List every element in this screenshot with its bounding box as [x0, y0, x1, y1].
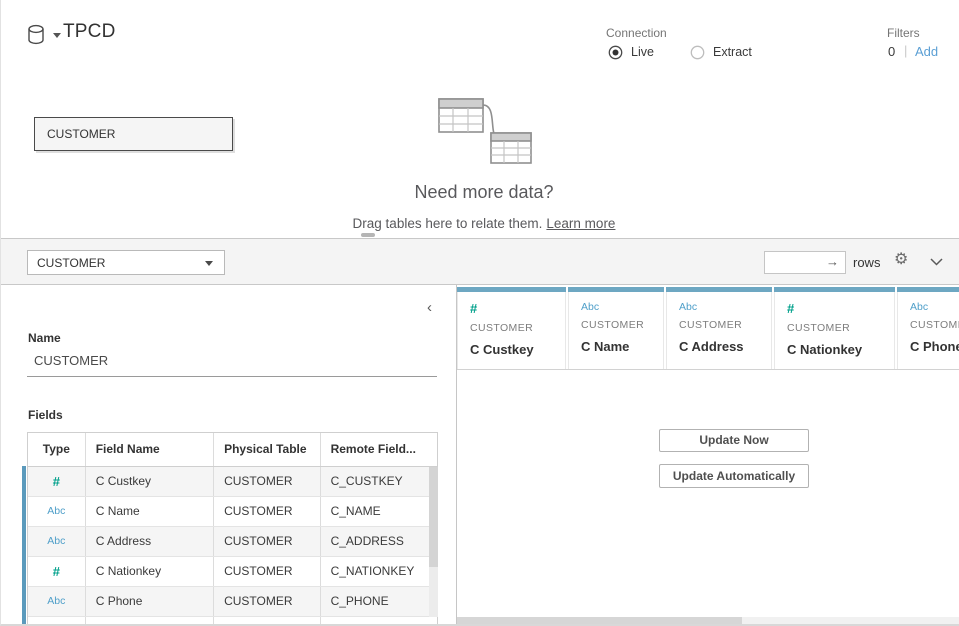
grid-column-header[interactable]: # CUSTOMER C Nationkey — [774, 287, 895, 369]
empty-state-title: Need more data? — [284, 182, 684, 203]
grid-column-header[interactable]: Abc CUSTOMER C Name — [568, 287, 664, 369]
scrollbar-thumb[interactable] — [429, 467, 438, 567]
string-type-icon: Abc — [28, 497, 86, 526]
radio-unselected-icon — [690, 45, 705, 60]
datasource-menu-button[interactable] — [27, 24, 61, 48]
column-field-name: C Custkey — [470, 342, 565, 357]
filters-separator: | — [904, 43, 907, 58]
physical-table-cell: CUSTOMER — [214, 527, 320, 556]
caret-down-icon — [205, 261, 213, 266]
radio-live[interactable]: Live — [608, 44, 654, 60]
table-select-dropdown[interactable]: CUSTOMER — [27, 250, 225, 275]
database-icon — [27, 24, 47, 46]
update-automatically-button[interactable]: Update Automatically — [659, 464, 809, 488]
table-row[interactable]: # C Custkey CUSTOMER C_CUSTKEY — [28, 467, 437, 497]
col-header-field-name: Field Name — [86, 433, 214, 466]
column-field-name: C Nationkey — [787, 342, 894, 357]
physical-table-cell: CUSTOMER — [214, 497, 320, 526]
rows-count-input[interactable]: → — [764, 251, 846, 274]
radio-selected-icon — [608, 45, 623, 60]
tables-illustration-icon — [431, 93, 535, 167]
table-name-input[interactable] — [34, 353, 429, 368]
column-field-name: C Address — [679, 339, 771, 354]
table-row[interactable]: Abc C Phone CUSTOMER C_PHONE — [28, 587, 437, 617]
filters-count: 0 — [888, 44, 895, 59]
column-field-name: C Name — [581, 339, 663, 354]
table-row[interactable]: # C Nationkey CUSTOMER C_NATIONKEY — [28, 557, 437, 587]
radio-extract[interactable]: Extract — [690, 44, 752, 60]
radio-live-label: Live — [631, 45, 654, 59]
fields-vertical-scrollbar[interactable] — [429, 467, 438, 617]
field-name-cell: C Nationkey — [86, 557, 214, 586]
remote-field-cell: C_NAME — [321, 497, 437, 526]
fields-table: Type Field Name Physical Table Remote Fi… — [27, 432, 438, 626]
physical-table-cell: CUSTOMER — [214, 557, 320, 586]
column-table-name: CUSTOMER — [910, 319, 959, 331]
radio-extract-label: Extract — [713, 45, 752, 59]
name-input-underline — [27, 376, 437, 377]
chevron-down-icon[interactable] — [930, 258, 943, 266]
splitter-handle[interactable] — [361, 233, 375, 237]
data-grid: # CUSTOMER C Custkey Abc CUSTOMER C Name… — [457, 285, 959, 626]
fields-accent-bar — [22, 466, 26, 626]
table-row-partial — [28, 617, 437, 626]
page-title: TPCD — [63, 21, 116, 43]
col-header-remote-field: Remote Field... — [321, 433, 437, 466]
field-name-cell: C Custkey — [86, 467, 214, 496]
filters-add-link[interactable]: Add — [915, 44, 938, 59]
tableau-datasource-page: TPCD Connection Live Extract Filters 0 |… — [0, 0, 959, 626]
connection-label: Connection — [606, 26, 667, 40]
filters-label: Filters — [887, 26, 920, 40]
number-type-icon: # — [28, 557, 86, 586]
learn-more-link[interactable]: Learn more — [546, 216, 615, 231]
name-label: Name — [28, 331, 61, 345]
gear-icon[interactable]: ⚙ — [894, 252, 908, 268]
string-type-icon: Abc — [28, 587, 86, 616]
grid-column-header[interactable]: Abc CUSTOMER C Phone — [897, 287, 959, 369]
grid-horizontal-scrollbar[interactable] — [457, 617, 959, 626]
physical-table-cell: CUSTOMER — [214, 587, 320, 616]
remote-field-cell: C_ADDRESS — [321, 527, 437, 556]
table-row[interactable]: Abc C Name CUSTOMER C_NAME — [28, 497, 437, 527]
logical-table-label: CUSTOMER — [47, 127, 115, 141]
number-type-icon: # — [470, 301, 565, 316]
drag-hint-text: Drag tables here to relate them. — [353, 216, 543, 231]
physical-table-cell: CUSTOMER — [214, 467, 320, 496]
scrollbar-thumb[interactable] — [457, 617, 742, 626]
fields-label: Fields — [28, 408, 63, 422]
remote-field-cell: C_PHONE — [321, 587, 437, 616]
col-header-type: Type — [28, 433, 86, 466]
table-row[interactable]: Abc C Address CUSTOMER C_ADDRESS — [28, 527, 437, 557]
grid-header-border — [457, 369, 959, 370]
number-type-icon: # — [787, 301, 894, 316]
string-type-icon: Abc — [679, 301, 771, 313]
column-table-name: CUSTOMER — [581, 319, 663, 331]
grid-column-header[interactable]: Abc CUSTOMER C Address — [666, 287, 772, 369]
string-type-icon: Abc — [581, 301, 663, 313]
update-now-button[interactable]: Update Now — [659, 429, 809, 452]
remote-field-cell: C_CUSTKEY — [321, 467, 437, 496]
column-table-name: CUSTOMER — [679, 319, 771, 331]
column-table-name: CUSTOMER — [470, 322, 565, 334]
empty-state-subtitle: Drag tables here to relate them.Learn mo… — [184, 216, 784, 231]
number-type-icon: # — [28, 467, 86, 496]
logical-table-customer[interactable]: CUSTOMER — [34, 117, 233, 151]
string-type-icon: Abc — [28, 527, 86, 556]
column-field-name: C Phone — [910, 339, 959, 354]
field-name-cell: C Phone — [86, 587, 214, 616]
collapse-panel-icon[interactable]: ‹ — [427, 299, 432, 316]
col-header-physical-table: Physical Table — [214, 433, 320, 466]
field-name-cell: C Name — [86, 497, 214, 526]
fields-table-header: Type Field Name Physical Table Remote Fi… — [28, 433, 437, 467]
grid-column-header[interactable]: # CUSTOMER C Custkey — [457, 287, 566, 369]
remote-field-cell: C_NATIONKEY — [321, 557, 437, 586]
arrow-right-icon: → — [826, 254, 839, 269]
field-name-cell: C Address — [86, 527, 214, 556]
string-type-icon: Abc — [910, 301, 959, 313]
column-table-name: CUSTOMER — [787, 322, 894, 334]
table-select-value: CUSTOMER — [37, 256, 105, 270]
caret-down-icon — [53, 33, 61, 38]
rows-label: rows — [853, 255, 880, 270]
